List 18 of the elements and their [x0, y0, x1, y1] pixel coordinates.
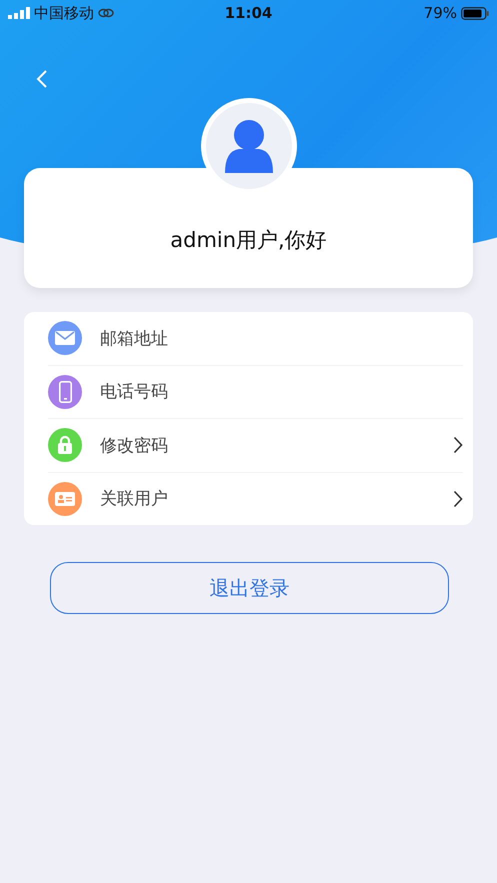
menu-label: 修改密码 [100, 434, 169, 457]
menu-item[interactable]: 电话号码 [48, 366, 463, 419]
user-icon [222, 119, 274, 173]
menu-item[interactable]: 关联用户 [48, 472, 463, 525]
battery-icon [461, 6, 489, 20]
carrier-name: 中国移动 [34, 4, 94, 22]
menu-label: 电话号码 [100, 381, 169, 404]
back-icon [36, 68, 48, 88]
menu-label: 关联用户 [100, 488, 169, 510]
greeting-text: admin用户,你好 [170, 227, 327, 254]
menu-label: 邮箱地址 [100, 328, 169, 350]
menu-item[interactable]: 邮箱地址 [48, 312, 463, 366]
logout-button[interactable]: 退出登录 [50, 562, 449, 614]
battery-percent: 79% [424, 4, 457, 22]
link-icon [98, 8, 114, 18]
menu-item[interactable]: 修改密码 [48, 419, 463, 472]
status-time: 11:04 [224, 4, 272, 22]
signal-icon [8, 7, 30, 19]
